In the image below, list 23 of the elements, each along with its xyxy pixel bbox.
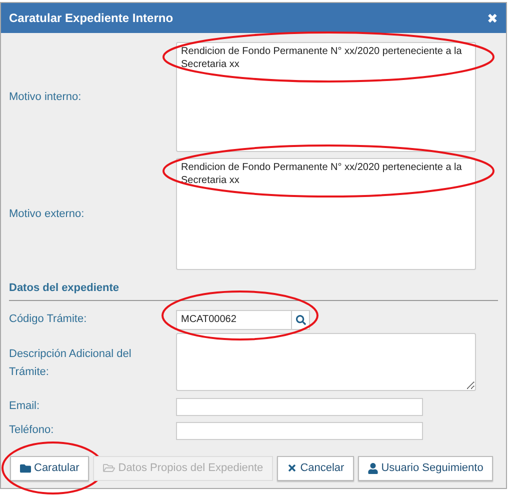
action-button[interactable]: Caratular	[10, 456, 90, 480]
field-label: Email:	[9, 399, 41, 414]
close-icon	[287, 463, 298, 473]
phone-field[interactable]	[176, 422, 423, 440]
folder-icon	[20, 462, 31, 474]
close-button[interactable]: ✖	[487, 12, 498, 24]
search-icon	[296, 314, 306, 324]
text-area[interactable]: Rendicion de Fondo Permanente N° xx/2020 perteneciente a la Secretaria xx	[176, 42, 476, 152]
field-label: Código Trámite:	[9, 312, 88, 328]
dialog-title: Caratular Expediente Interno	[9, 10, 174, 27]
code-field[interactable]: MCAT00062	[176, 310, 292, 330]
section-title: Datos del expediente	[9, 281, 120, 296]
field-label: Teléfono:	[9, 423, 55, 438]
search-button[interactable]	[292, 310, 310, 330]
email-field[interactable]	[176, 398, 423, 416]
field-label: Motivo interno:	[9, 90, 82, 105]
text-area[interactable]: Rendicion de Fondo Permanente N° xx/2020 perteneciente a la Secretaria xx	[176, 158, 476, 270]
field-label: Motivo externo:	[9, 206, 86, 222]
field-label: Descripción Adicional del Trámite:	[9, 346, 132, 380]
action-button[interactable]: Usuario Seguimiento	[358, 456, 494, 480]
folder-icon	[103, 462, 116, 474]
action-button[interactable]: Cancelar	[277, 456, 354, 480]
user-icon	[368, 462, 378, 474]
